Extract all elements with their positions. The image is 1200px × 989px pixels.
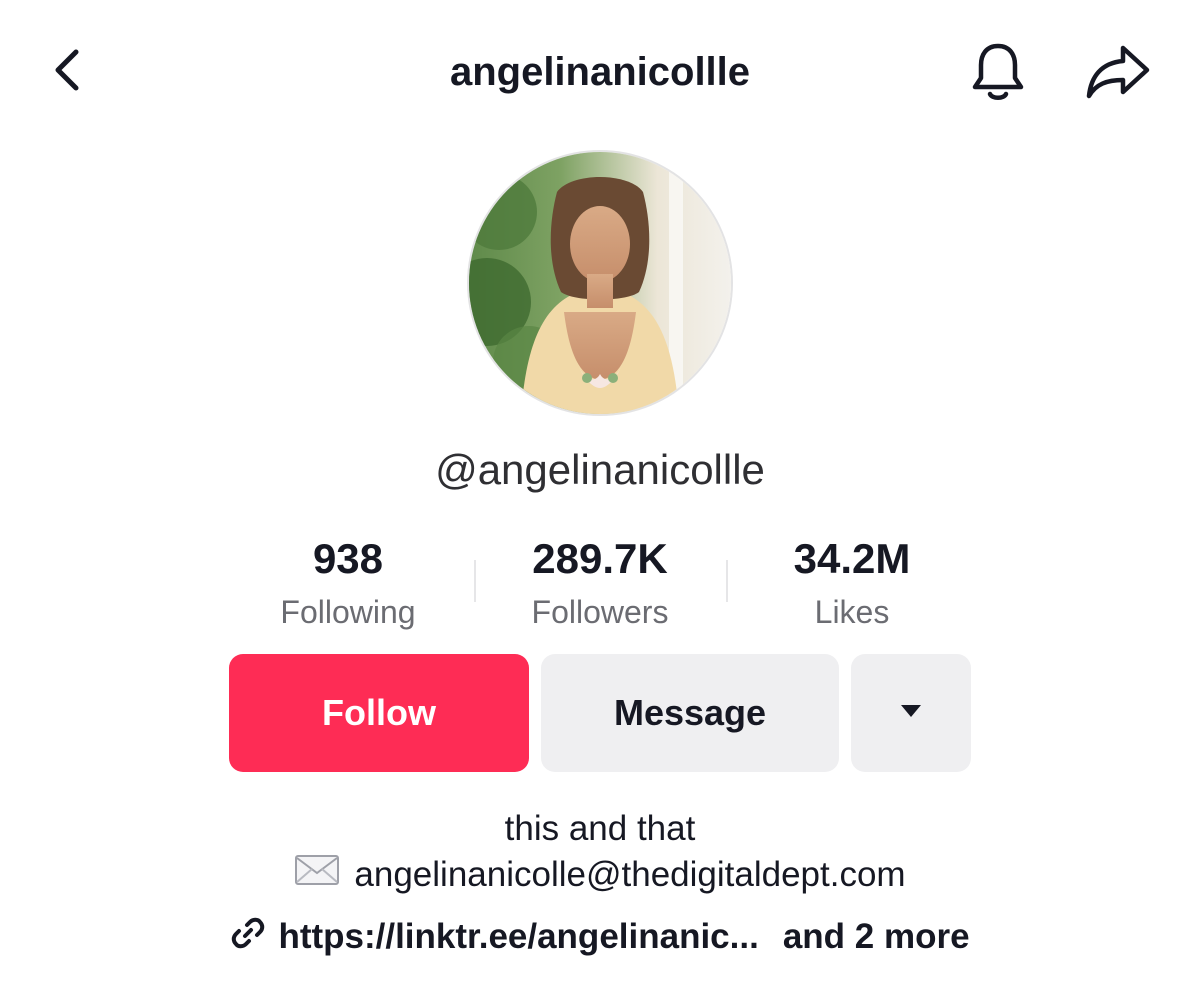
stat-value: 938 (312, 535, 384, 582)
bio-link[interactable]: https://linktr.ee/angelinanic... (278, 917, 758, 957)
stats-row: 938 Following 289.7K Followers 34.2M Lik… (222, 530, 978, 640)
bio-email-line: angelinanicolle@thedigitaldept.com (200, 852, 1000, 898)
stat-label: Followers (531, 594, 669, 630)
link-icon (230, 915, 266, 960)
caret-down-icon (899, 703, 923, 724)
message-button[interactable]: Message (541, 654, 839, 772)
avatar[interactable] (469, 152, 731, 414)
notifications-button[interactable] (964, 40, 1032, 108)
chevron-left-icon (48, 46, 88, 99)
bio-text: this and that (504, 809, 696, 848)
more-links-button[interactable]: and 2 more (783, 917, 970, 957)
top-bar: angelinanicollle (0, 0, 1200, 140)
share-button[interactable] (1080, 40, 1156, 108)
stat-likes[interactable]: 34.2M Likes (726, 530, 978, 636)
follow-button[interactable]: Follow (229, 654, 529, 772)
stat-following[interactable]: 938 Following (222, 530, 474, 636)
stat-label: Following (280, 594, 416, 630)
profile-photo (469, 152, 731, 414)
bell-icon (969, 40, 1027, 109)
page-title: angelinanicollle (449, 50, 751, 94)
stat-value: 289.7K (532, 535, 668, 582)
more-options-button[interactable] (851, 654, 971, 772)
back-button[interactable] (40, 44, 96, 100)
stat-followers[interactable]: 289.7K Followers (474, 530, 726, 636)
share-arrow-icon (1085, 44, 1151, 105)
stat-value: 34.2M (793, 535, 911, 582)
profile-handle: @angelinanicollle (435, 446, 765, 493)
bio-email[interactable]: angelinanicolle@thedigitaldept.com (354, 852, 905, 898)
envelope-icon (294, 852, 340, 898)
bio-link-row: https://linktr.ee/angelinanic... and 2 m… (200, 912, 1000, 962)
stat-label: Likes (814, 594, 890, 630)
